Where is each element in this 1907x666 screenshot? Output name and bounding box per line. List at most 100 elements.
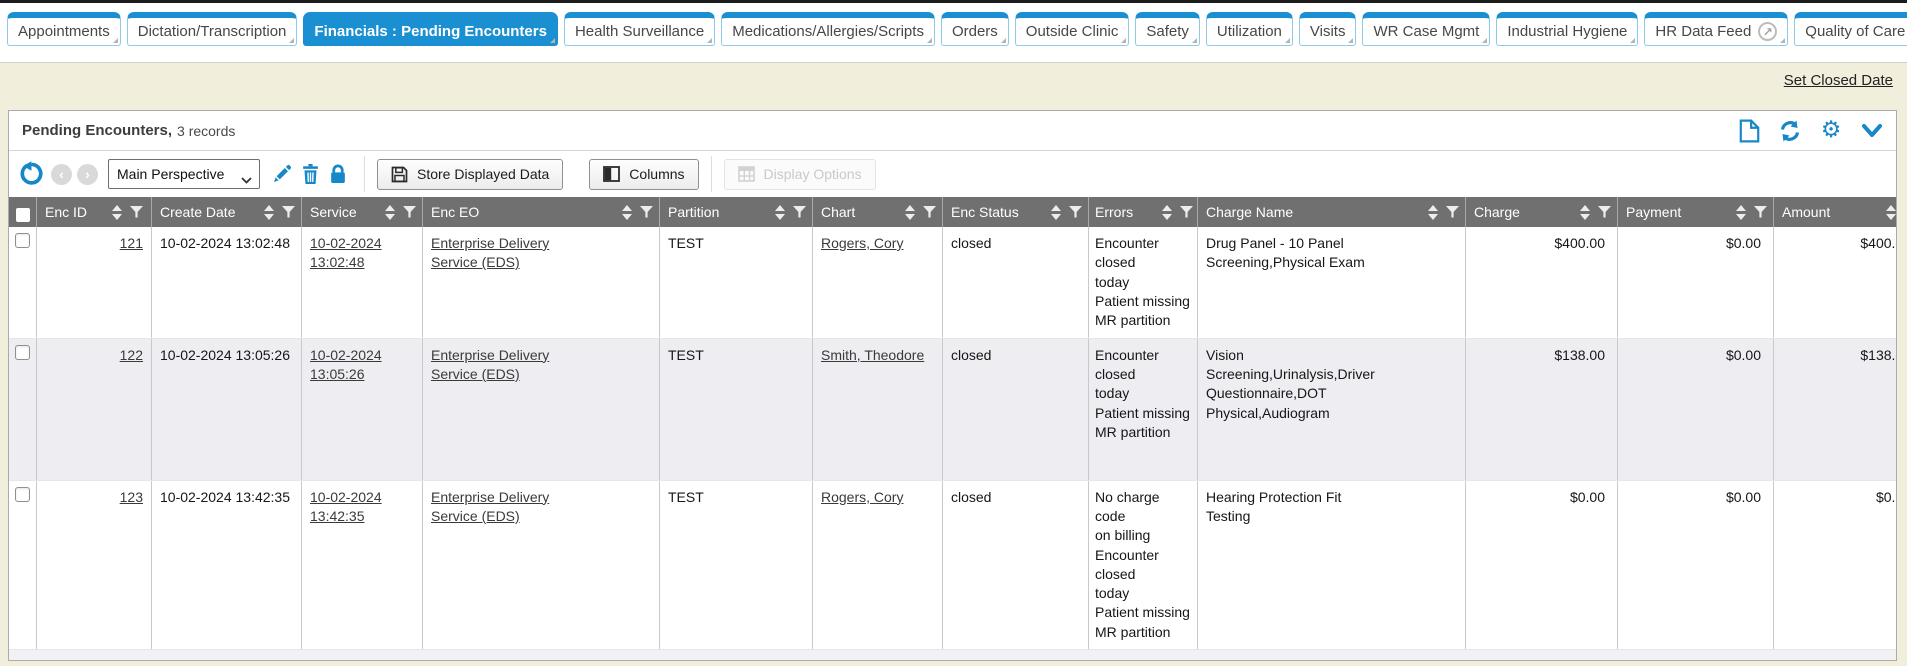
record-count: 3 records (177, 123, 235, 139)
filter-icon[interactable] (1180, 206, 1193, 218)
sort-icon[interactable] (264, 205, 274, 220)
column-header-partition[interactable]: Partition (660, 197, 813, 227)
chevron-down-icon[interactable] (1860, 119, 1884, 143)
service-link[interactable]: 10-02-2024 13:42:35 (310, 489, 382, 524)
filter-icon[interactable] (923, 206, 936, 218)
column-header-service[interactable]: Service (302, 197, 423, 227)
pencil-icon[interactable] (268, 160, 296, 188)
tab-safety[interactable]: Safety (1135, 12, 1200, 46)
tab-strip: Appointments Dictation/Transcription Fin… (7, 12, 1907, 46)
charge-cell: $0.00 (1466, 481, 1618, 650)
tab-utilization[interactable]: Utilization (1206, 12, 1293, 46)
perspective-select[interactable]: Main Perspective (108, 159, 260, 189)
enc-eo-link[interactable]: Enterprise Delivery Service (EDS) (431, 235, 549, 270)
new-document-icon[interactable] (1737, 119, 1761, 143)
sort-icon[interactable] (1736, 205, 1746, 220)
grid-header-row: Enc ID Create Date Service (9, 197, 1896, 227)
create-date-cell: 10-02-2024 13:05:26 (152, 339, 302, 480)
column-header-create-date[interactable]: Create Date (152, 197, 302, 227)
filter-icon[interactable] (130, 206, 143, 218)
enc-status-cell: closed (943, 339, 1089, 480)
empty-row (9, 650, 1896, 660)
lock-icon[interactable] (324, 160, 352, 188)
sort-icon[interactable] (1580, 205, 1590, 220)
column-header-charge[interactable]: Charge (1466, 197, 1618, 227)
tab-health-surveillance[interactable]: Health Surveillance (564, 12, 715, 46)
column-header-chart[interactable]: Chart (813, 197, 943, 227)
tab-hr-data-feed[interactable]: HR Data Feed ↗ (1644, 12, 1788, 46)
column-header-enc-eo[interactable]: Enc EO (423, 197, 660, 227)
filter-icon[interactable] (640, 206, 653, 218)
filter-icon[interactable] (403, 206, 416, 218)
enc-eo-link[interactable]: Enterprise Delivery Service (EDS) (431, 347, 549, 382)
service-link[interactable]: 10-02-2024 13:05:26 (310, 347, 382, 382)
chart-link[interactable]: Rogers, Cory (821, 235, 903, 251)
tab-wr-case-mgmt[interactable]: WR Case Mgmt (1362, 12, 1490, 46)
filter-icon[interactable] (1754, 206, 1767, 218)
payment-cell: $0.00 (1618, 481, 1774, 650)
sort-icon[interactable] (1051, 205, 1061, 220)
charge-name-cell: Hearing Protection Fit Testing (1198, 481, 1466, 650)
sort-icon[interactable] (385, 205, 395, 220)
errors-cell: Encounter closed today Patient missing M… (1089, 227, 1198, 338)
nav-next-icon[interactable]: › (77, 164, 98, 185)
row-checkbox[interactable] (15, 233, 30, 248)
gear-icon[interactable]: ⚙ (1819, 119, 1843, 143)
trash-icon[interactable] (296, 160, 324, 188)
undo-icon[interactable] (18, 160, 46, 188)
filter-icon[interactable] (282, 206, 295, 218)
tab-bar: Appointments Dictation/Transcription Fin… (0, 0, 1907, 63)
toolbar-separator (364, 156, 365, 192)
errors-cell: No charge code on billing Encounter clos… (1089, 481, 1198, 650)
column-header-enc-status[interactable]: Enc Status (943, 197, 1089, 227)
filter-icon[interactable] (1598, 206, 1611, 218)
enc-status-cell: closed (943, 227, 1089, 338)
store-displayed-data-button[interactable]: Store Displayed Data (377, 159, 563, 190)
row-checkbox[interactable] (15, 345, 30, 360)
errors-cell: Encounter closed today Patient missing M… (1089, 339, 1198, 480)
sort-icon[interactable] (1428, 205, 1438, 220)
columns-button[interactable]: Columns (589, 159, 698, 190)
sort-icon[interactable] (622, 205, 632, 220)
set-closed-date-link[interactable]: Set Closed Date (1784, 72, 1893, 89)
charge-cell: $138.00 (1466, 339, 1618, 480)
service-link[interactable]: 10-02-2024 13:02:48 (310, 235, 382, 270)
payment-cell: $0.00 (1618, 339, 1774, 480)
column-header-enc-id[interactable]: Enc ID (37, 197, 152, 227)
tab-appointments[interactable]: Appointments (7, 12, 121, 46)
chart-link[interactable]: Rogers, Cory (821, 489, 903, 505)
tab-orders[interactable]: Orders (941, 12, 1009, 46)
tab-medications-allergies-scripts[interactable]: Medications/Allergies/Scripts (721, 12, 935, 46)
tab-dictation-transcription[interactable]: Dictation/Transcription (127, 12, 298, 46)
tab-industrial-hygiene[interactable]: Industrial Hygiene (1496, 12, 1638, 46)
enc-id-link[interactable]: 123 (120, 489, 143, 505)
nav-prev-icon[interactable]: ‹ (51, 164, 72, 185)
sort-icon[interactable] (1162, 205, 1172, 220)
column-header-payment[interactable]: Payment (1618, 197, 1774, 227)
refresh-icon[interactable] (1778, 119, 1802, 143)
pending-encounters-grid: Enc ID Create Date Service (9, 197, 1896, 660)
filter-icon[interactable] (1446, 206, 1459, 218)
filter-icon[interactable] (1069, 206, 1082, 218)
create-date-cell: 10-02-2024 13:42:35 (152, 481, 302, 650)
sort-icon[interactable] (112, 205, 122, 220)
enc-eo-link[interactable]: Enterprise Delivery Service (EDS) (431, 489, 549, 524)
sort-icon[interactable] (905, 205, 915, 220)
column-header-charge-name[interactable]: Charge Name (1198, 197, 1466, 227)
enc-id-link[interactable]: 121 (120, 235, 143, 251)
tab-financials-pending-encounters[interactable]: Financials : Pending Encounters (303, 12, 558, 46)
chart-link[interactable]: Smith, Theodore (821, 347, 924, 363)
sort-icon[interactable] (1886, 205, 1896, 220)
row-checkbox[interactable] (15, 487, 30, 502)
tab-outside-clinic[interactable]: Outside Clinic (1015, 12, 1130, 46)
tab-visits[interactable]: Visits (1299, 12, 1357, 46)
partition-cell: TEST (660, 227, 813, 338)
filter-icon[interactable] (793, 206, 806, 218)
charge-name-cell: Vision Screening,Urinalysis,Driver Quest… (1198, 339, 1466, 480)
column-header-errors[interactable]: Errors (1089, 197, 1198, 227)
select-all-checkbox[interactable] (16, 208, 30, 222)
sort-icon[interactable] (775, 205, 785, 220)
enc-id-link[interactable]: 122 (120, 347, 143, 363)
tab-quality-of-care[interactable]: Quality of Care (1794, 12, 1907, 46)
column-header-amount[interactable]: Amount (1774, 197, 1896, 227)
